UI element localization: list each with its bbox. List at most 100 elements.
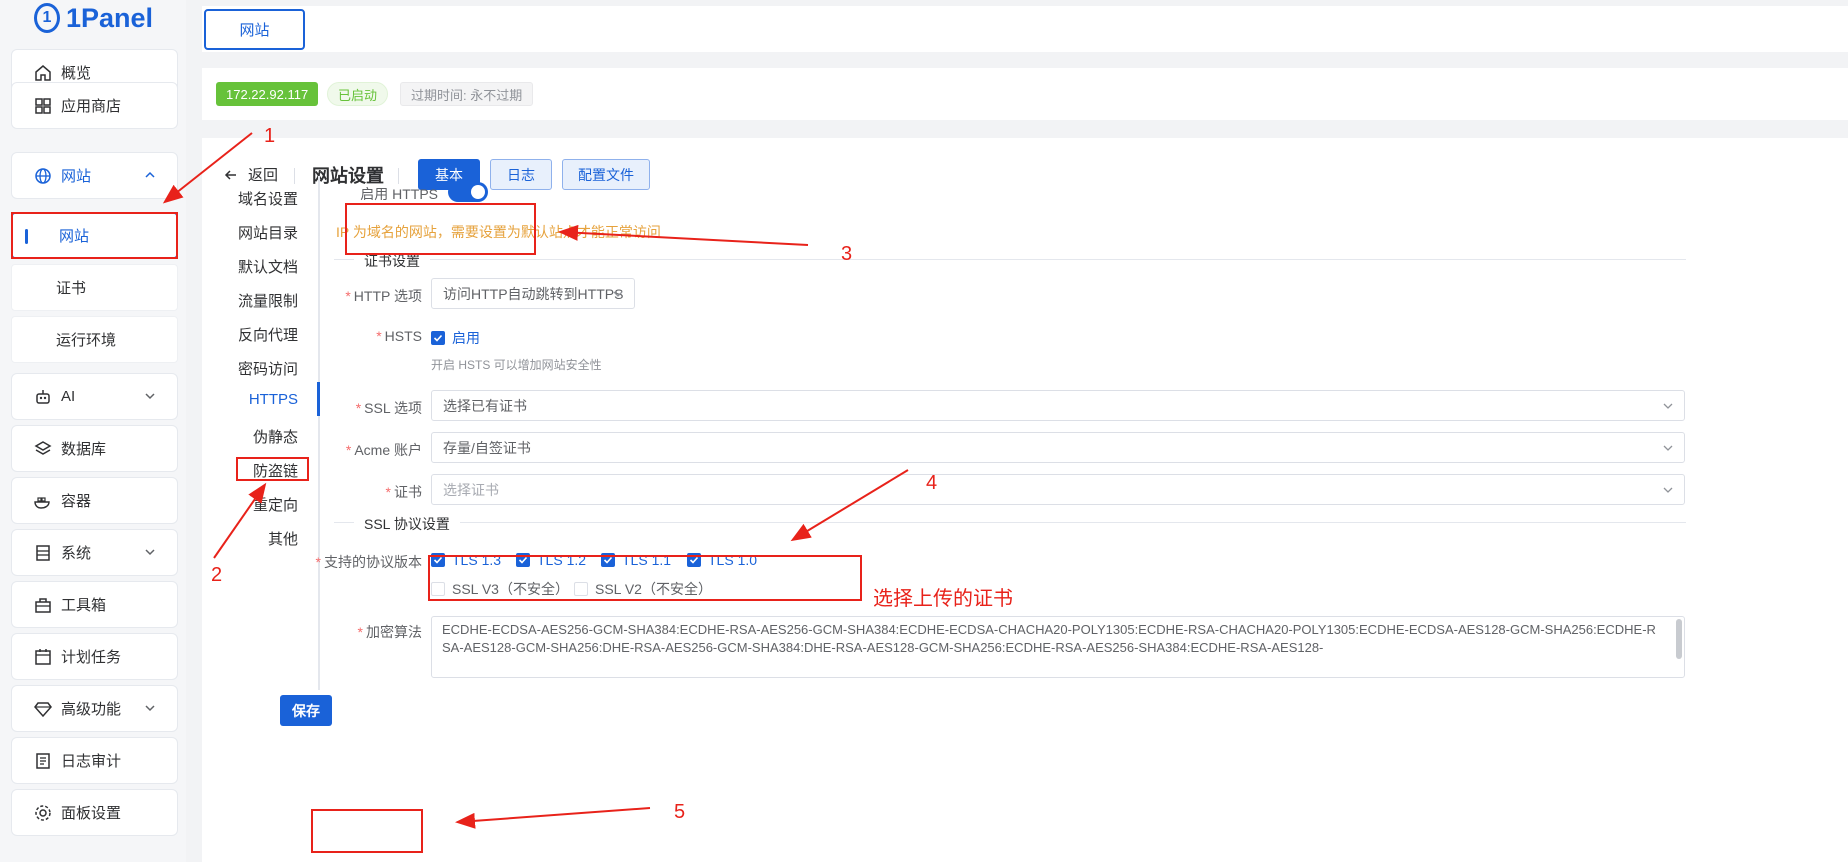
cipher-label: * 加密算法 [357, 624, 422, 640]
sidebar-item-settings[interactable]: 面板设置 [11, 789, 178, 836]
sidebar-sub-runtime[interactable]: 运行环境 [11, 316, 178, 363]
protocol-label: * 支持的协议版本 [315, 554, 422, 570]
status-badge: 已启动 [327, 82, 389, 106]
sidebar-sub-label: 运行环境 [56, 332, 117, 349]
robot-icon [34, 388, 52, 406]
ssl-option-label: * SSL 选项 [355, 400, 422, 416]
sidebar-item-appstore[interactable]: 应用商店 [11, 82, 178, 129]
gear-icon [34, 804, 52, 822]
submenu-password[interactable]: 密码访问 [202, 358, 298, 379]
sidebar-item-database[interactable]: 数据库 [11, 425, 178, 472]
hsts-label: * HSTS [376, 328, 422, 344]
sidebar-item-label: 概览 [61, 65, 92, 82]
https-label: 启用 HTTPS [360, 186, 438, 202]
acme-select[interactable]: 存量/自签证书 [431, 432, 1685, 463]
cert-select[interactable]: 选择证书 [431, 474, 1685, 505]
sidebar-sub-label: 证书 [56, 280, 87, 297]
sidebar-item-container[interactable]: 容器 [11, 477, 178, 524]
ip-tag: 172.22.92.117 [216, 82, 319, 106]
sidebar-item-website[interactable]: 网站 [11, 152, 178, 199]
config-file-button[interactable]: 配置文件 [562, 159, 650, 190]
layers-icon [34, 440, 52, 458]
brand-name: 1Panel [66, 2, 154, 33]
annotation-box-toggle [345, 203, 536, 255]
back-button[interactable]: 返回 [224, 164, 278, 185]
http-option-select[interactable]: 访问HTTP自动跳转到HTTPS [431, 278, 635, 309]
divider [294, 168, 295, 184]
chevron-down-icon [1663, 487, 1673, 493]
chevron-down-icon [145, 549, 155, 556]
log-icon [34, 752, 52, 770]
save-button[interactable]: 保存 [280, 695, 332, 726]
submenu-https[interactable]: HTTPS [202, 391, 298, 408]
tab-bar: 网站 [202, 6, 1848, 52]
annotation-number: 3 [841, 243, 853, 265]
submenu-rewrite[interactable]: 伪静态 [202, 426, 298, 447]
sidebar-item-advanced[interactable]: 高级功能 [11, 685, 178, 732]
server-icon [34, 544, 52, 562]
sidebar-item-label: 面板设置 [61, 805, 122, 822]
sidebar-item-label: 网站 [61, 168, 92, 185]
ssl-protocol-section-title: SSL 协议设置 [354, 514, 460, 534]
log-button[interactable]: 日志 [490, 159, 552, 190]
sidebar-item-cron[interactable]: 计划任务 [11, 633, 178, 680]
https-toggle[interactable] [448, 182, 488, 202]
submenu-redirect[interactable]: 重定向 [202, 494, 298, 515]
calendar-icon [34, 648, 52, 666]
submenu-default-doc[interactable]: 默认文档 [202, 256, 298, 277]
sidebar-item-ai[interactable]: AI [11, 373, 178, 420]
scrollbar[interactable] [1676, 619, 1682, 659]
chevron-down-icon [613, 291, 623, 297]
submenu-domain[interactable]: 域名设置 [202, 188, 298, 209]
submenu-other[interactable]: 其他 [202, 528, 298, 549]
submenu-site-dir[interactable]: 网站目录 [202, 222, 298, 243]
toolbox-icon [34, 596, 52, 614]
back-label: 返回 [248, 167, 279, 184]
annotation-number: 2 [211, 564, 223, 586]
sidebar-item-label: 数据库 [61, 441, 107, 458]
sidebar-item-label: 高级功能 [61, 701, 122, 718]
sidebar-item-label: 应用商店 [61, 98, 122, 115]
brand-logo[interactable]: 1 1Panel [34, 0, 153, 36]
cipher-textarea[interactable]: ECDHE-ECDSA-AES256-GCM-SHA384:ECDHE-RSA-… [431, 616, 1685, 678]
chevron-down-icon [1663, 445, 1673, 451]
sidebar-item-label: 工具箱 [61, 597, 107, 614]
site-info-bar: 172.22.92.117 已启动 过期时间: 永不过期 [202, 68, 1848, 120]
sidebar-item-label: 容器 [61, 493, 92, 510]
ssl-option-select[interactable]: 选择已有证书 [431, 390, 1685, 421]
submenu-reverse-proxy[interactable]: 反向代理 [202, 324, 298, 345]
grid-icon [34, 97, 52, 115]
diamond-icon [34, 700, 52, 718]
http-option-value: 访问HTTP自动跳转到HTTPS [443, 285, 624, 302]
submenu-divider [318, 176, 320, 690]
cipher-value: ECDHE-ECDSA-AES256-GCM-SHA384:ECDHE-RSA-… [442, 622, 1656, 655]
hsts-hint: 开启 HSTS 可以增加网站安全性 [431, 358, 602, 372]
globe-icon [34, 167, 52, 185]
acme-value: 存量/自签证书 [443, 439, 531, 456]
check-icon [431, 331, 445, 345]
annotation-box-https [236, 457, 309, 481]
sidebar-item-audit[interactable]: 日志审计 [11, 737, 178, 784]
tab-website[interactable]: 网站 [204, 9, 305, 50]
divider [398, 168, 399, 184]
logo-icon: 1 [34, 3, 60, 33]
chevron-up-icon [145, 171, 155, 178]
chevron-down-icon [145, 705, 155, 712]
sidebar-item-label: 计划任务 [61, 649, 122, 666]
sidebar-item-system[interactable]: 系统 [11, 529, 178, 576]
sidebar-sub-certificate[interactable]: 证书 [11, 264, 178, 311]
docker-icon [34, 492, 52, 510]
section-divider [334, 522, 1686, 523]
sidebar-item-toolbox[interactable]: 工具箱 [11, 581, 178, 628]
submenu-rate-limit[interactable]: 流量限制 [202, 290, 298, 311]
ssl-option-value: 选择已有证书 [443, 397, 527, 414]
expire-tag: 过期时间: 永不过期 [400, 82, 534, 106]
home-icon [34, 64, 52, 82]
annotation-number: 4 [926, 472, 938, 494]
sidebar-item-label: 日志审计 [61, 753, 122, 770]
hsts-enable-label: 启用 [452, 330, 480, 346]
arrow-left-icon [224, 169, 236, 180]
chevron-down-icon [145, 393, 155, 400]
hsts-checkbox[interactable]: 启用 [431, 328, 480, 348]
chevron-down-icon [1663, 403, 1673, 409]
